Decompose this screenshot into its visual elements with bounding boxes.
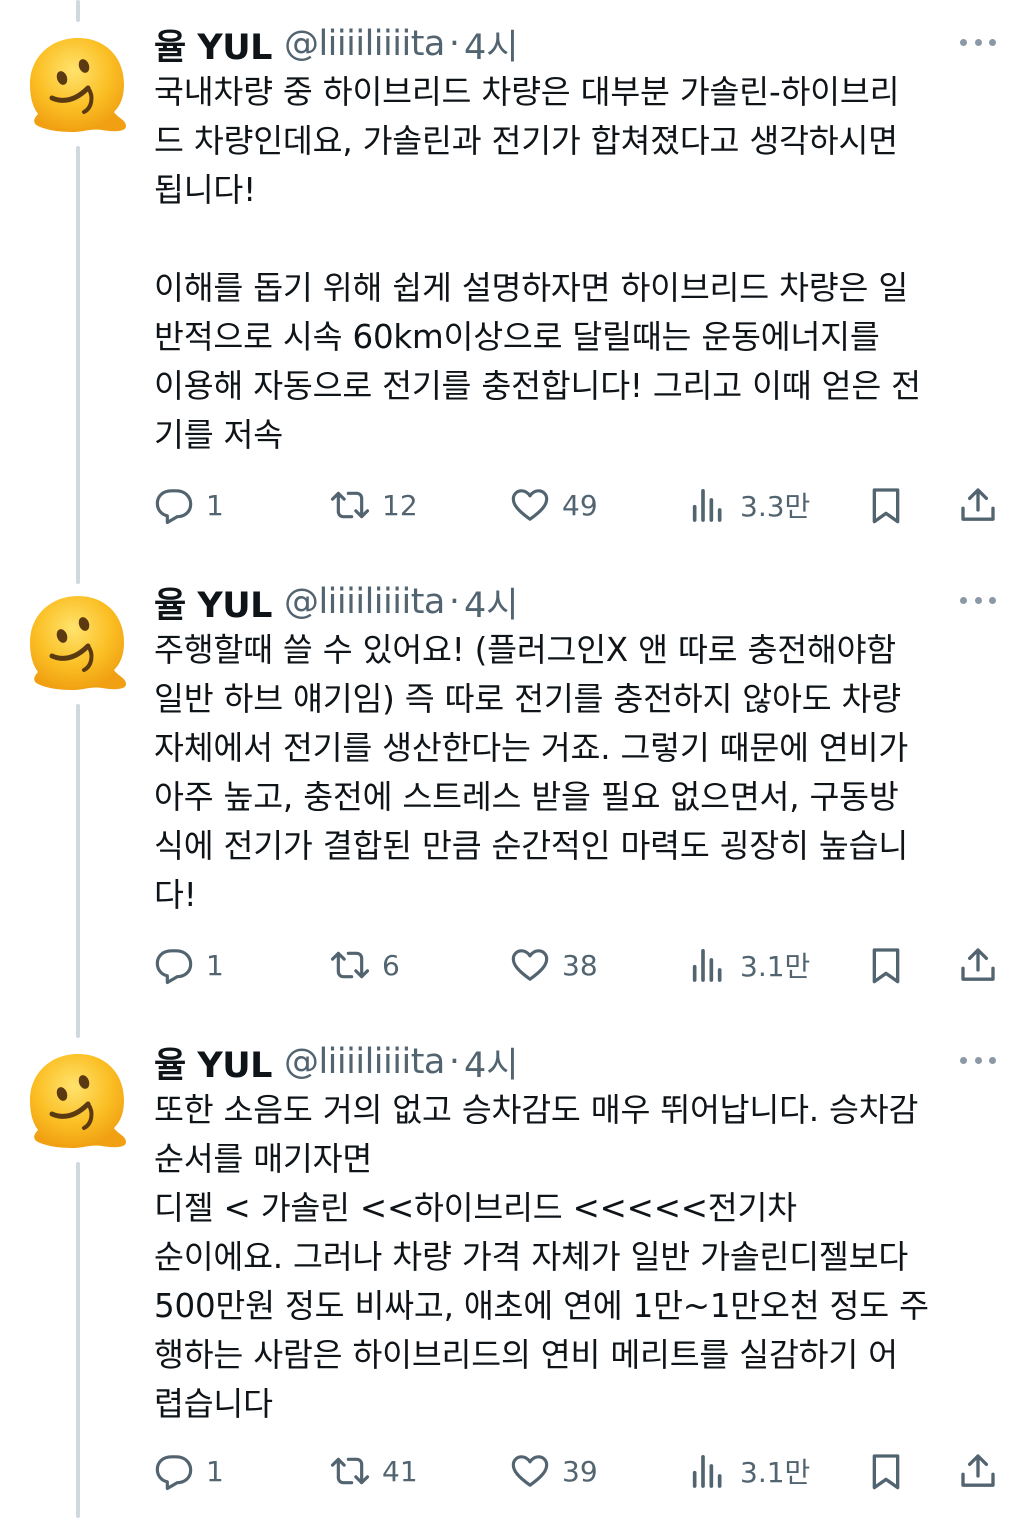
like-count: 38 — [562, 948, 598, 982]
views-chart-icon — [692, 949, 722, 982]
timestamp[interactable]: 4시 — [464, 577, 518, 628]
views-chart-icon — [692, 1455, 722, 1488]
reply-button[interactable]: 1 — [154, 480, 224, 530]
more-options-icon[interactable] — [960, 594, 996, 606]
retweet-count: 6 — [382, 948, 400, 982]
heart-icon — [511, 1455, 549, 1487]
retweet-button[interactable]: 41 — [330, 1446, 418, 1496]
share-icon — [961, 488, 995, 521]
user-handle[interactable]: @liiiiliiiita — [284, 1042, 445, 1082]
timestamp[interactable]: 4시 — [464, 19, 518, 70]
action-bar: 1 12 49 3.3만 — [154, 480, 1000, 530]
avatar[interactable] — [22, 1044, 134, 1156]
tweet-text: 또한 소음도 거의 없고 승차감도 매우 뛰어납니다. 승차감 순서를 매기자면… — [154, 1091, 929, 1423]
bookmark-icon — [872, 1454, 900, 1490]
retweet-button[interactable]: 12 — [330, 480, 418, 530]
share-button[interactable] — [958, 480, 998, 530]
retweet-count: 41 — [382, 1454, 418, 1488]
tweet[interactable]: 율 YUL @liiiiliiiita · 4시 국내차량 중 하이브리드 차량… — [0, 0, 1024, 560]
action-bar: 1 6 38 3.1만 — [154, 940, 1000, 990]
views-button[interactable]: 3.3만 — [688, 480, 810, 530]
share-icon — [961, 1454, 995, 1487]
reply-button[interactable]: 1 — [154, 940, 224, 990]
share-button[interactable] — [958, 1446, 998, 1496]
like-count: 49 — [562, 488, 598, 522]
bookmark-icon — [872, 948, 900, 984]
views-button[interactable]: 3.1만 — [688, 1446, 810, 1496]
views-count: 3.3만 — [740, 490, 811, 523]
like-button[interactable]: 38 — [510, 940, 598, 990]
tweet-header: 율 YUL @liiiiliiiita · 4시 — [154, 1040, 994, 1086]
reply-count: 1 — [206, 1454, 224, 1488]
retweet-icon — [330, 951, 370, 979]
tweet-text: 국내차량 중 하이브리드 차량은 대부분 가솔린-하이브리 드 차량인데요, 가… — [154, 73, 921, 454]
more-options-icon[interactable] — [960, 36, 996, 48]
heart-icon — [511, 489, 549, 521]
reply-icon — [155, 1455, 193, 1491]
reply-icon — [155, 489, 193, 525]
share-button[interactable] — [958, 940, 998, 990]
views-chart-icon — [692, 489, 722, 522]
more-options-icon[interactable] — [960, 1054, 996, 1066]
display-name[interactable]: 율 YUL — [154, 1037, 272, 1088]
retweet-icon — [330, 491, 370, 519]
retweet-button[interactable]: 6 — [330, 940, 400, 990]
tweet[interactable]: 율 YUL @liiiiliiiita · 4시 또한 소음도 거의 없고 승차… — [0, 1020, 1024, 1518]
tweet-header: 율 YUL @liiiiliiiita · 4시 — [154, 580, 994, 626]
reply-count: 1 — [206, 948, 224, 982]
retweet-count: 12 — [382, 488, 418, 522]
bookmark-button[interactable] — [866, 480, 906, 530]
melting-face-icon — [30, 596, 126, 690]
like-button[interactable]: 39 — [510, 1446, 598, 1496]
bookmark-button[interactable] — [866, 940, 906, 990]
melting-face-icon — [30, 1054, 126, 1148]
avatar[interactable] — [22, 586, 134, 698]
share-icon — [961, 948, 995, 981]
like-button[interactable]: 49 — [510, 480, 598, 530]
views-count: 3.1만 — [740, 950, 811, 983]
retweet-icon — [330, 1457, 370, 1485]
separator-dot: · — [448, 24, 461, 64]
heart-icon — [511, 949, 549, 981]
reply-button[interactable]: 1 — [154, 1446, 224, 1496]
bookmark-icon — [872, 488, 900, 524]
user-handle[interactable]: @liiiiliiiita — [284, 24, 445, 64]
like-count: 39 — [562, 1454, 598, 1488]
reply-count: 1 — [206, 488, 224, 522]
action-bar: 1 41 39 3.1만 — [154, 1446, 1000, 1496]
separator-dot: · — [448, 582, 461, 622]
timestamp[interactable]: 4시 — [464, 1037, 518, 1088]
user-handle[interactable]: @liiiiliiiita — [284, 582, 445, 622]
melting-face-icon — [30, 38, 126, 132]
tweet-header: 율 YUL @liiiiliiiita · 4시 — [154, 22, 994, 68]
display-name[interactable]: 율 YUL — [154, 19, 272, 70]
bookmark-button[interactable] — [866, 1446, 906, 1496]
tweet-text: 주행할때 쓸 수 있어요! (플러그인X 앤 따로 충전해야함 일반 하브 얘기… — [154, 631, 909, 914]
views-button[interactable]: 3.1만 — [688, 940, 810, 990]
avatar[interactable] — [22, 28, 134, 140]
tweet[interactable]: 율 YUL @liiiiliiiita · 4시 주행할때 쓸 수 있어요! (… — [0, 560, 1024, 1020]
separator-dot: · — [448, 1042, 461, 1082]
display-name[interactable]: 율 YUL — [154, 577, 272, 628]
reply-icon — [155, 949, 193, 985]
views-count: 3.1만 — [740, 1456, 811, 1489]
